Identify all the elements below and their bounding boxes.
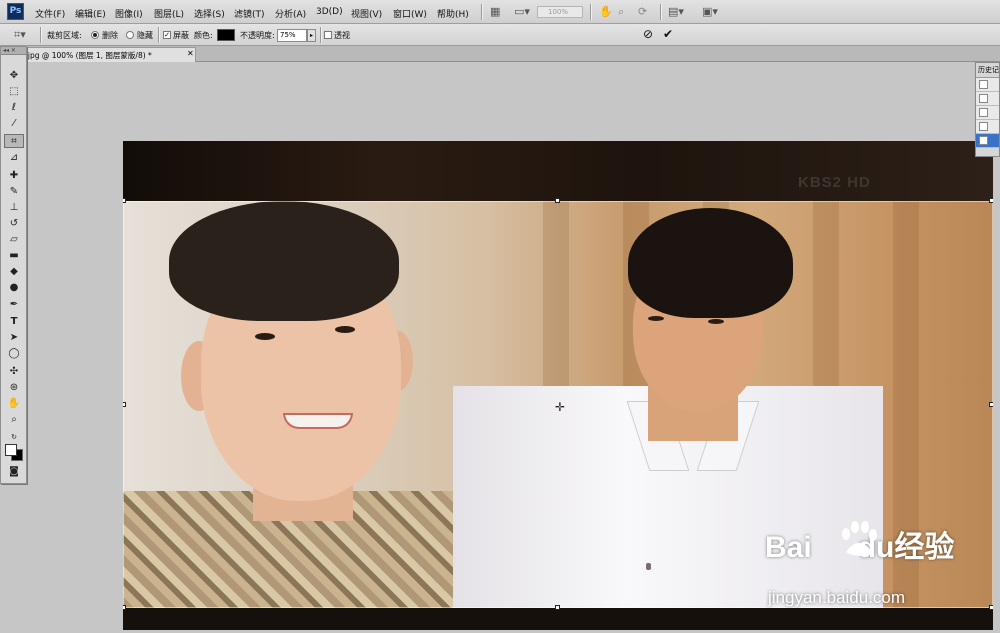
menu-bar: Ps 文件(F) 编辑(E) 图像(I) 图层(L) 选择(S) 滤镜(T) 分… (0, 0, 1000, 24)
crop-handle[interactable] (555, 198, 560, 203)
brush-tool-icon[interactable]: ✎ (4, 185, 24, 199)
rotate-view-icon[interactable]: ⟳ (638, 6, 647, 18)
menu-help[interactable]: 帮助(H) (437, 7, 469, 20)
crop-area-label: 裁剪区域: (47, 31, 82, 40)
perspective-checkbox[interactable] (324, 31, 332, 39)
photoshop-logo: Ps (7, 3, 24, 20)
shield-checkbox[interactable]: ✓ (163, 31, 171, 39)
crop-handle[interactable] (989, 605, 993, 610)
hide-label: 隐藏 (137, 31, 153, 40)
document-tab-strip: 啦啦啦.jpg @ 100% (图层 1, 图层蒙版/8) * ✕ (0, 46, 1000, 62)
menu-file[interactable]: 文件(F) (35, 7, 65, 20)
healing-brush-icon[interactable]: ✚ (4, 169, 24, 183)
opacity-input[interactable]: 75% (277, 29, 307, 42)
menu-edit[interactable]: 编辑(E) (75, 7, 106, 20)
move-tool-icon[interactable]: ✥ (4, 69, 24, 83)
quick-mask-icon[interactable]: ◙ (4, 465, 24, 479)
magic-wand-icon[interactable]: ⁄ (4, 117, 24, 131)
opacity-dropdown-arrow[interactable]: ▸ (307, 29, 316, 42)
marquee-tool-icon[interactable]: ⬚ (4, 85, 24, 99)
menu-separator (660, 4, 661, 20)
3d-orbit-icon[interactable]: ⊛ (4, 381, 24, 395)
history-row[interactable] (976, 106, 999, 120)
baidu-paw-icon (842, 521, 877, 556)
crop-handle[interactable] (123, 605, 126, 610)
options-separator (158, 27, 159, 43)
watermark-cn: 经验 (894, 531, 955, 564)
bridge-icon[interactable]: ▦ (490, 6, 500, 18)
delete-label: 删除 (102, 31, 118, 40)
menu-layer[interactable]: 图层(L) (154, 7, 184, 20)
shield-label: 屏蔽 (173, 31, 189, 40)
eraser-icon[interactable]: ▱ (4, 233, 24, 247)
tools-panel: ◂◂ ✕ ✥ ⬚ ℓ ⁄ ⌗ ⊿ ✚ ✎ ⊥ ↺ ▱ ▬ ◆ ● ✒ T ➤ ◯… (0, 46, 27, 484)
clone-stamp-icon[interactable]: ⊥ (4, 201, 24, 215)
hand-tool-icon[interactable]: ✋ (4, 397, 24, 411)
history-row[interactable] (976, 78, 999, 92)
opacity-label: 不透明度: (240, 31, 275, 40)
history-row[interactable] (976, 120, 999, 134)
broadcast-logo: KBS2 HD (798, 174, 871, 191)
crop-center-crosshair-icon[interactable]: ✛ (555, 400, 565, 414)
pen-tool-icon[interactable]: ✒ (4, 298, 24, 312)
menu-select[interactable]: 选择(S) (194, 7, 225, 20)
shield-color-swatch[interactable] (217, 29, 235, 41)
color-label: 颜色: (194, 31, 213, 40)
options-separator (320, 27, 321, 43)
type-tool-icon[interactable]: T (4, 315, 24, 329)
zoom-level-field[interactable]: 100% (537, 6, 583, 18)
tool-options-bar: ⌗▾ 裁剪区域: 删除 隐藏 ✓ 屏蔽 颜色: 不透明度: 75% ▸ 透视 ⊘… (0, 24, 1000, 46)
perspective-label: 透视 (334, 31, 350, 40)
cancel-icon[interactable]: ⊘ (643, 28, 653, 40)
menu-filter[interactable]: 滤镜(T) (234, 7, 265, 20)
screen-layout-icon[interactable]: ▭▾ (514, 6, 530, 18)
crop-tool-icon[interactable]: ⌗ (4, 134, 24, 148)
delete-radio[interactable] (91, 31, 99, 39)
crop-handle[interactable] (123, 402, 126, 407)
gradient-tool-icon[interactable]: ▬ (4, 249, 24, 263)
watermark-brand: Bai (765, 531, 812, 564)
shape-tool-icon[interactable]: ◯ (4, 347, 24, 361)
crop-handle[interactable] (123, 198, 126, 203)
dodge-tool-icon[interactable]: ● (4, 281, 24, 295)
close-icon[interactable]: ✕ (187, 49, 194, 58)
hide-radio[interactable] (126, 31, 134, 39)
foreground-color-swatch[interactable] (5, 444, 17, 456)
history-row-selected[interactable] (976, 134, 999, 148)
letterbox-top (123, 141, 993, 201)
blur-tool-icon[interactable]: ◆ (4, 265, 24, 279)
menu-window[interactable]: 窗口(W) (393, 7, 427, 20)
crop-handle[interactable] (989, 198, 993, 203)
eyedropper-icon[interactable]: ⊿ (4, 151, 24, 165)
history-panel-title[interactable]: 历史记 (976, 63, 999, 78)
swap-colors-icon[interactable]: ↻ (4, 430, 24, 444)
baidu-watermark-url: jingyan.baidu.com (768, 588, 906, 607)
menu-separator (481, 4, 482, 20)
checkmark-icon[interactable]: ✔ (663, 28, 673, 40)
letterbox-bottom (123, 608, 993, 630)
menu-analysis[interactable]: 分析(A) (275, 7, 306, 20)
zoom-tool-icon[interactable]: ⌕ (618, 6, 624, 18)
crop-handle[interactable] (555, 605, 560, 610)
crop-handle[interactable] (989, 402, 993, 407)
history-row[interactable] (976, 92, 999, 106)
screen-mode-icon[interactable]: ▣▾ (702, 6, 718, 18)
history-brush-icon[interactable]: ↺ (4, 217, 24, 231)
arrange-documents-icon[interactable]: ▤▾ (668, 6, 684, 18)
menu-view[interactable]: 视图(V) (351, 7, 382, 20)
path-selection-icon[interactable]: ➤ (4, 331, 24, 345)
zoom-tool-icon[interactable]: ⌕ (4, 413, 24, 427)
hand-tool-icon[interactable]: ✋ (599, 6, 613, 18)
crop-preset-icon[interactable]: ⌗▾ (14, 29, 26, 41)
menu-image[interactable]: 图像(I) (115, 7, 143, 20)
options-separator (40, 27, 41, 43)
menu-separator (590, 4, 591, 20)
lasso-tool-icon[interactable]: ℓ (4, 101, 24, 115)
3d-rotate-icon[interactable]: ✣ (4, 365, 24, 379)
tools-panel-header[interactable]: ◂◂ ✕ (1, 47, 26, 55)
history-panel: 历史记 (975, 62, 1000, 157)
document-tab[interactable]: 啦啦啦.jpg @ 100% (图层 1, 图层蒙版/8) * ✕ (0, 47, 196, 62)
menu-3d[interactable]: 3D(D) (316, 7, 343, 17)
